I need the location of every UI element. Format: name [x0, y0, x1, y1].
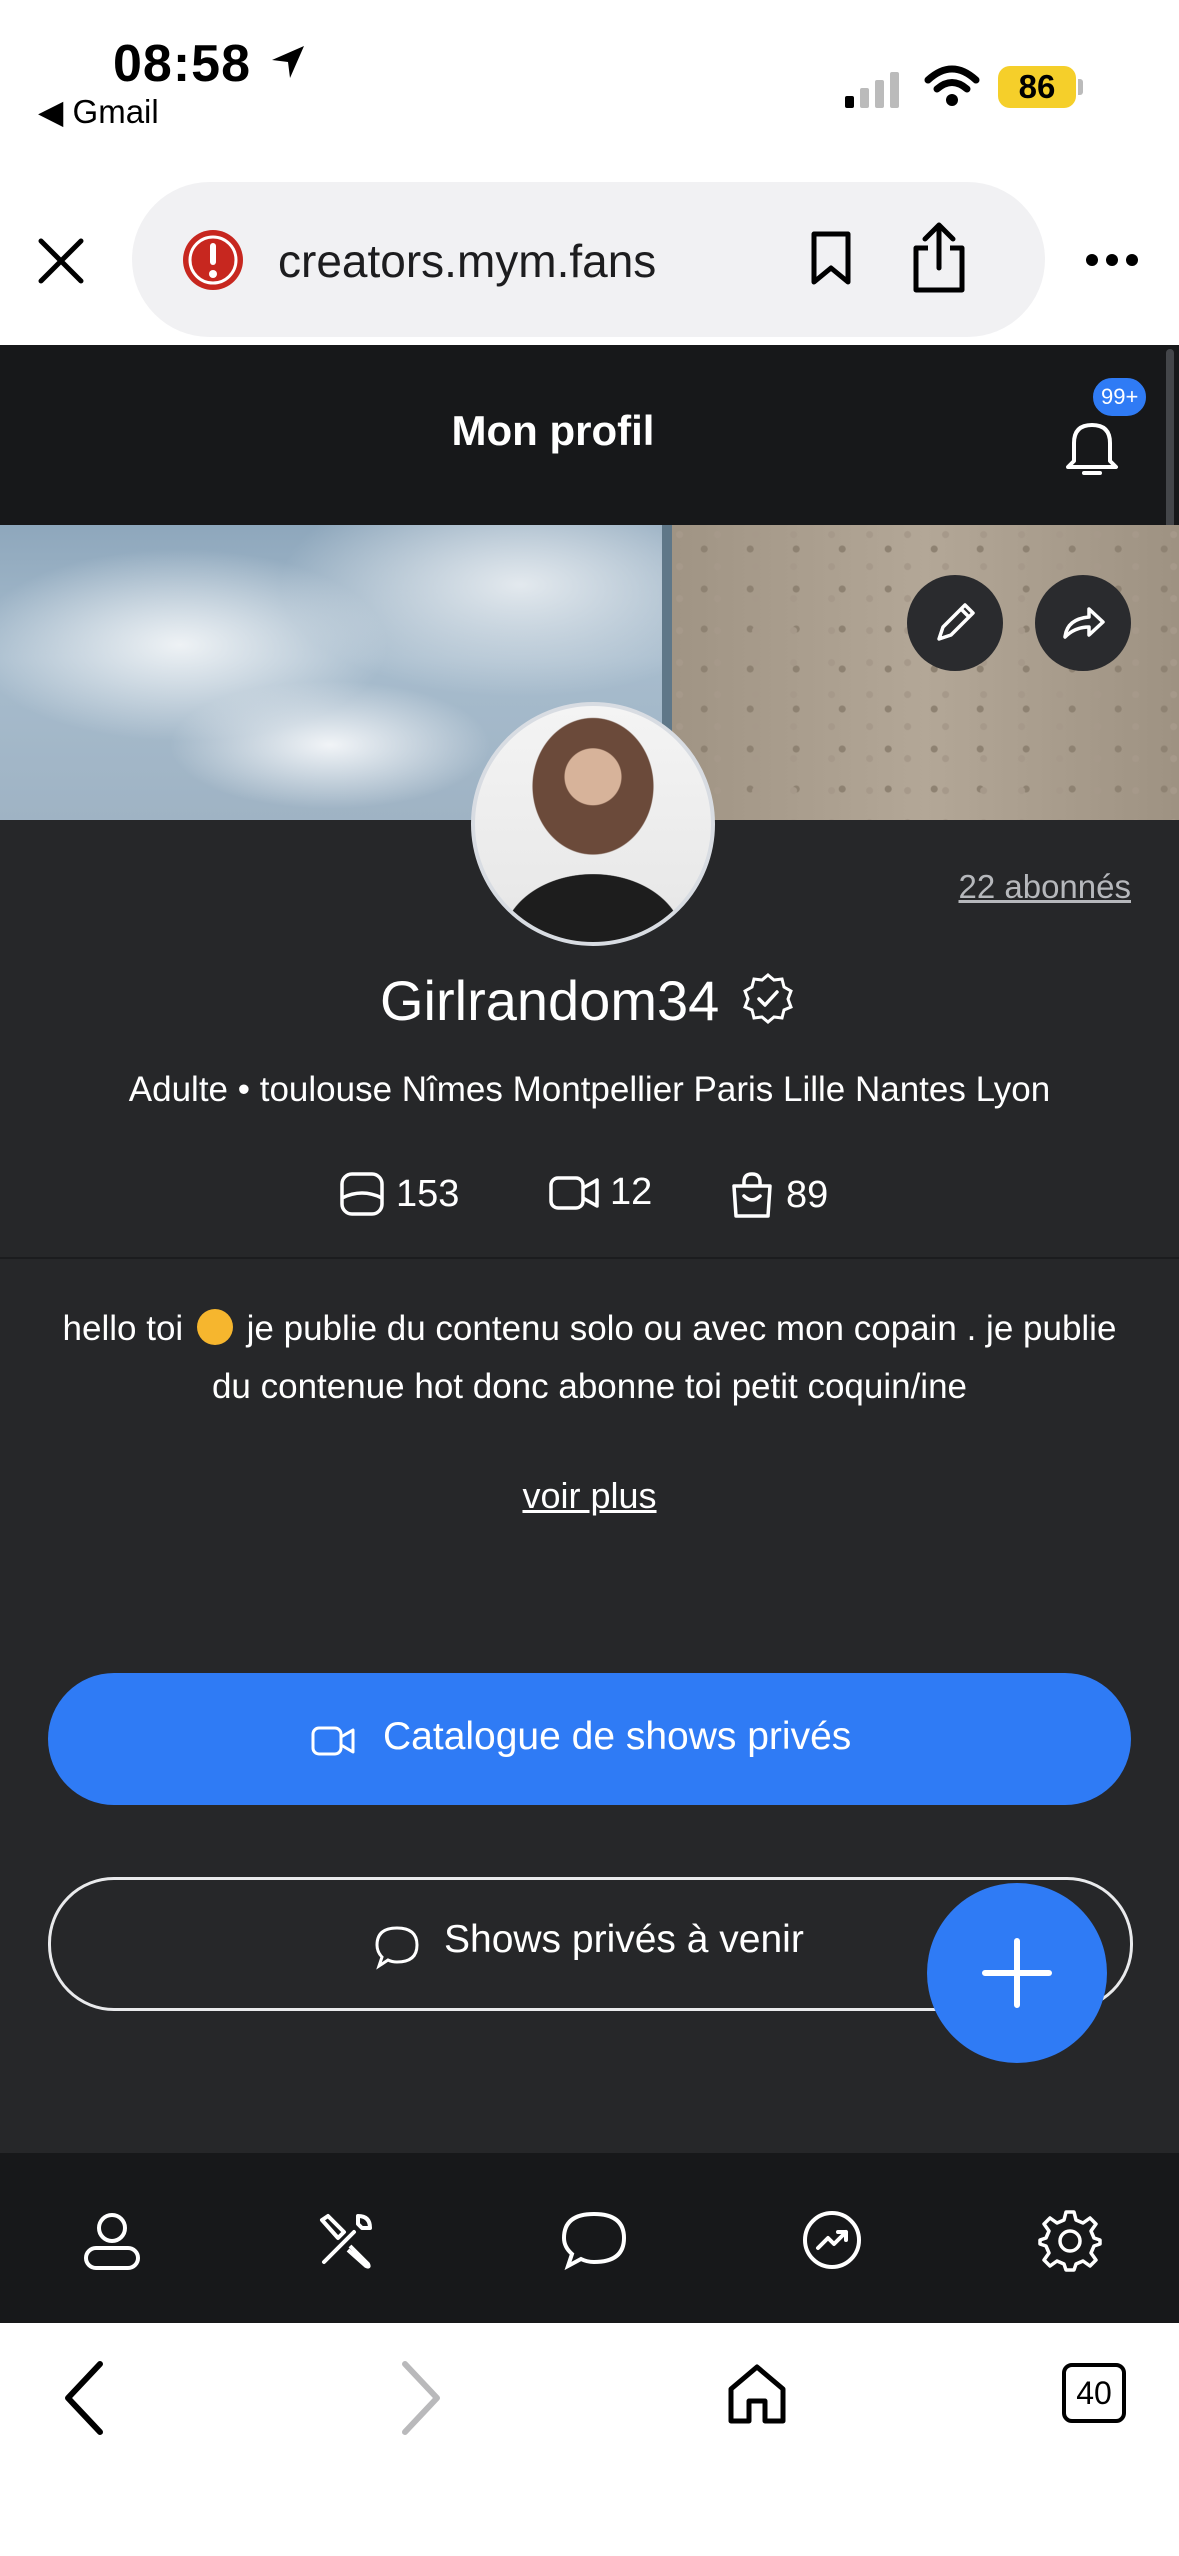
plus-icon: [982, 1938, 1052, 2008]
upcoming-button-label: Shows privés à venir: [444, 1918, 804, 1961]
more-options-icon[interactable]: [1084, 252, 1140, 268]
create-content-button[interactable]: [927, 1883, 1107, 2063]
security-warning-icon[interactable]: [180, 227, 246, 293]
page-title: Mon profil: [451, 407, 655, 454]
see-more-link[interactable]: voir plus: [0, 1475, 1179, 1517]
bottom-navigation: [0, 2153, 1179, 2323]
avatar[interactable]: [471, 702, 715, 946]
verified-badge-icon: [743, 973, 793, 1024]
blushing-emoji-icon: [196, 1309, 233, 1345]
status-time: 08:58: [113, 35, 251, 93]
bio-text-rest: je publie du contenu solo ou avec mon co…: [211, 1309, 1117, 1406]
share-icon[interactable]: [910, 222, 968, 294]
notification-bell-icon[interactable]: [1062, 415, 1122, 481]
battery-nub: [1078, 79, 1083, 95]
edit-cover-button[interactable]: [907, 575, 1003, 671]
video-camera-icon: [549, 1176, 599, 1210]
chat-bubble-icon: [375, 1926, 419, 1970]
url-text: creators.mym.fans: [278, 235, 657, 287]
url-field[interactable]: creators.mym.fans: [132, 182, 1045, 337]
share-profile-button[interactable]: [1035, 575, 1131, 671]
photo-icon: [340, 1172, 384, 1216]
cellular-signal-icon: [845, 72, 899, 108]
bookmark-icon[interactable]: [808, 230, 854, 286]
notification-badge: 99+: [1090, 375, 1150, 419]
browser-toolbar: 40: [0, 2323, 1179, 2556]
forward-icon[interactable]: [395, 2358, 445, 2438]
cover-sand-area: [672, 525, 1179, 820]
divider: [0, 1257, 1179, 1259]
back-app-label: Gmail: [72, 93, 159, 130]
status-bar: 08:58 ◀ Gmail 86: [0, 0, 1179, 140]
tools-icon[interactable]: [314, 2208, 378, 2272]
profile-bio: hello toi je publie du contenu solo ou a…: [60, 1300, 1119, 1416]
back-icon[interactable]: [60, 2358, 110, 2438]
bio-text-start: hello toi: [62, 1309, 184, 1348]
stat-photos: 153: [338, 1170, 459, 1218]
private-shows-catalog-button[interactable]: Catalogue de shows privés: [48, 1673, 1131, 1805]
shopping-bag-icon: [732, 1172, 772, 1218]
app-header: Mon profil 99+: [0, 345, 1179, 579]
close-icon[interactable]: [36, 236, 86, 286]
browser-address-bar: creators.mym.fans: [0, 140, 1179, 345]
chat-icon[interactable]: [560, 2208, 628, 2272]
home-icon[interactable]: [725, 2361, 789, 2427]
video-camera-icon: [311, 1726, 355, 1756]
username: Girlrandom34: [380, 969, 720, 1032]
profile-icon[interactable]: [80, 2208, 144, 2272]
pencil-icon: [937, 603, 975, 641]
stat-videos-count: 12: [610, 1170, 653, 1213]
profile-tagline: Adulte • toulouse Nîmes Montpellier Pari…: [128, 1070, 1051, 1109]
catalog-button-label: Catalogue de shows privés: [383, 1715, 852, 1758]
stat-photos-count: 153: [396, 1172, 460, 1215]
stat-purchases: 89: [728, 1170, 828, 1220]
battery-indicator: 86: [998, 66, 1076, 108]
settings-icon[interactable]: [1038, 2208, 1102, 2272]
subscribers-link[interactable]: 22 abonnés: [959, 868, 1132, 906]
back-to-app-link[interactable]: ◀ Gmail: [38, 92, 159, 131]
stat-purchases-count: 89: [786, 1173, 829, 1216]
location-arrow-icon: [272, 46, 304, 78]
wifi-icon: [924, 65, 980, 106]
stats-icon[interactable]: [800, 2208, 864, 2272]
stat-videos: 12: [548, 1170, 652, 1214]
forward-arrow-icon: [1063, 607, 1105, 639]
tabs-button[interactable]: 40: [1062, 2363, 1126, 2423]
